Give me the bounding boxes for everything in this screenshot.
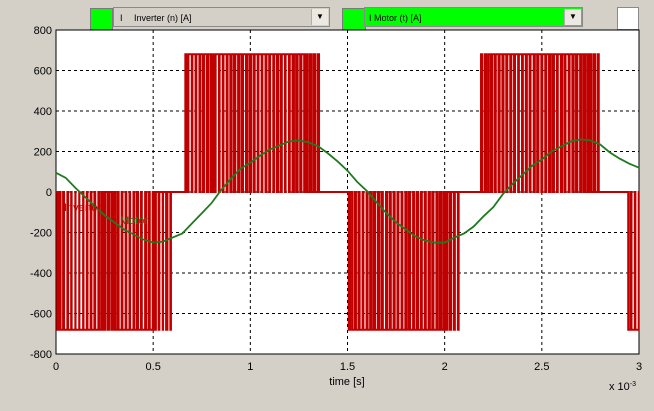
- y-tick-label: -600: [30, 309, 52, 321]
- x-tick-label: 0: [53, 361, 59, 373]
- y-tick-label: 200: [34, 147, 52, 159]
- y-tick-label: -400: [30, 268, 52, 280]
- y-tick-label: 800: [34, 25, 52, 37]
- x-tick-label: 1.5: [340, 361, 355, 373]
- x-tick-label: 2.5: [534, 361, 549, 373]
- current-chart: 0 0.5 1 1.5 2 2.5 3 800 600 400 200 0 -200 -400 -600 -8…: [30, 25, 642, 393]
- annotation-inverter: Inverter: [64, 202, 102, 214]
- x-tick-label: 1: [247, 361, 253, 373]
- y-tick-label: -800: [30, 349, 52, 361]
- y-tick-label: -200: [30, 228, 52, 240]
- x-tick-label: 2: [442, 361, 448, 373]
- y-tick-label: 0: [46, 187, 52, 199]
- x-tick-label: 0.5: [146, 361, 161, 373]
- annotation-motor: Motor: [120, 215, 148, 227]
- x-tick-label: 3: [636, 361, 642, 373]
- y-tick-label: 400: [34, 106, 52, 118]
- x-axis-multiplier: x 10-3: [609, 381, 636, 393]
- x-axis-label: time [s]: [329, 376, 364, 388]
- y-tick-label: 600: [34, 66, 52, 78]
